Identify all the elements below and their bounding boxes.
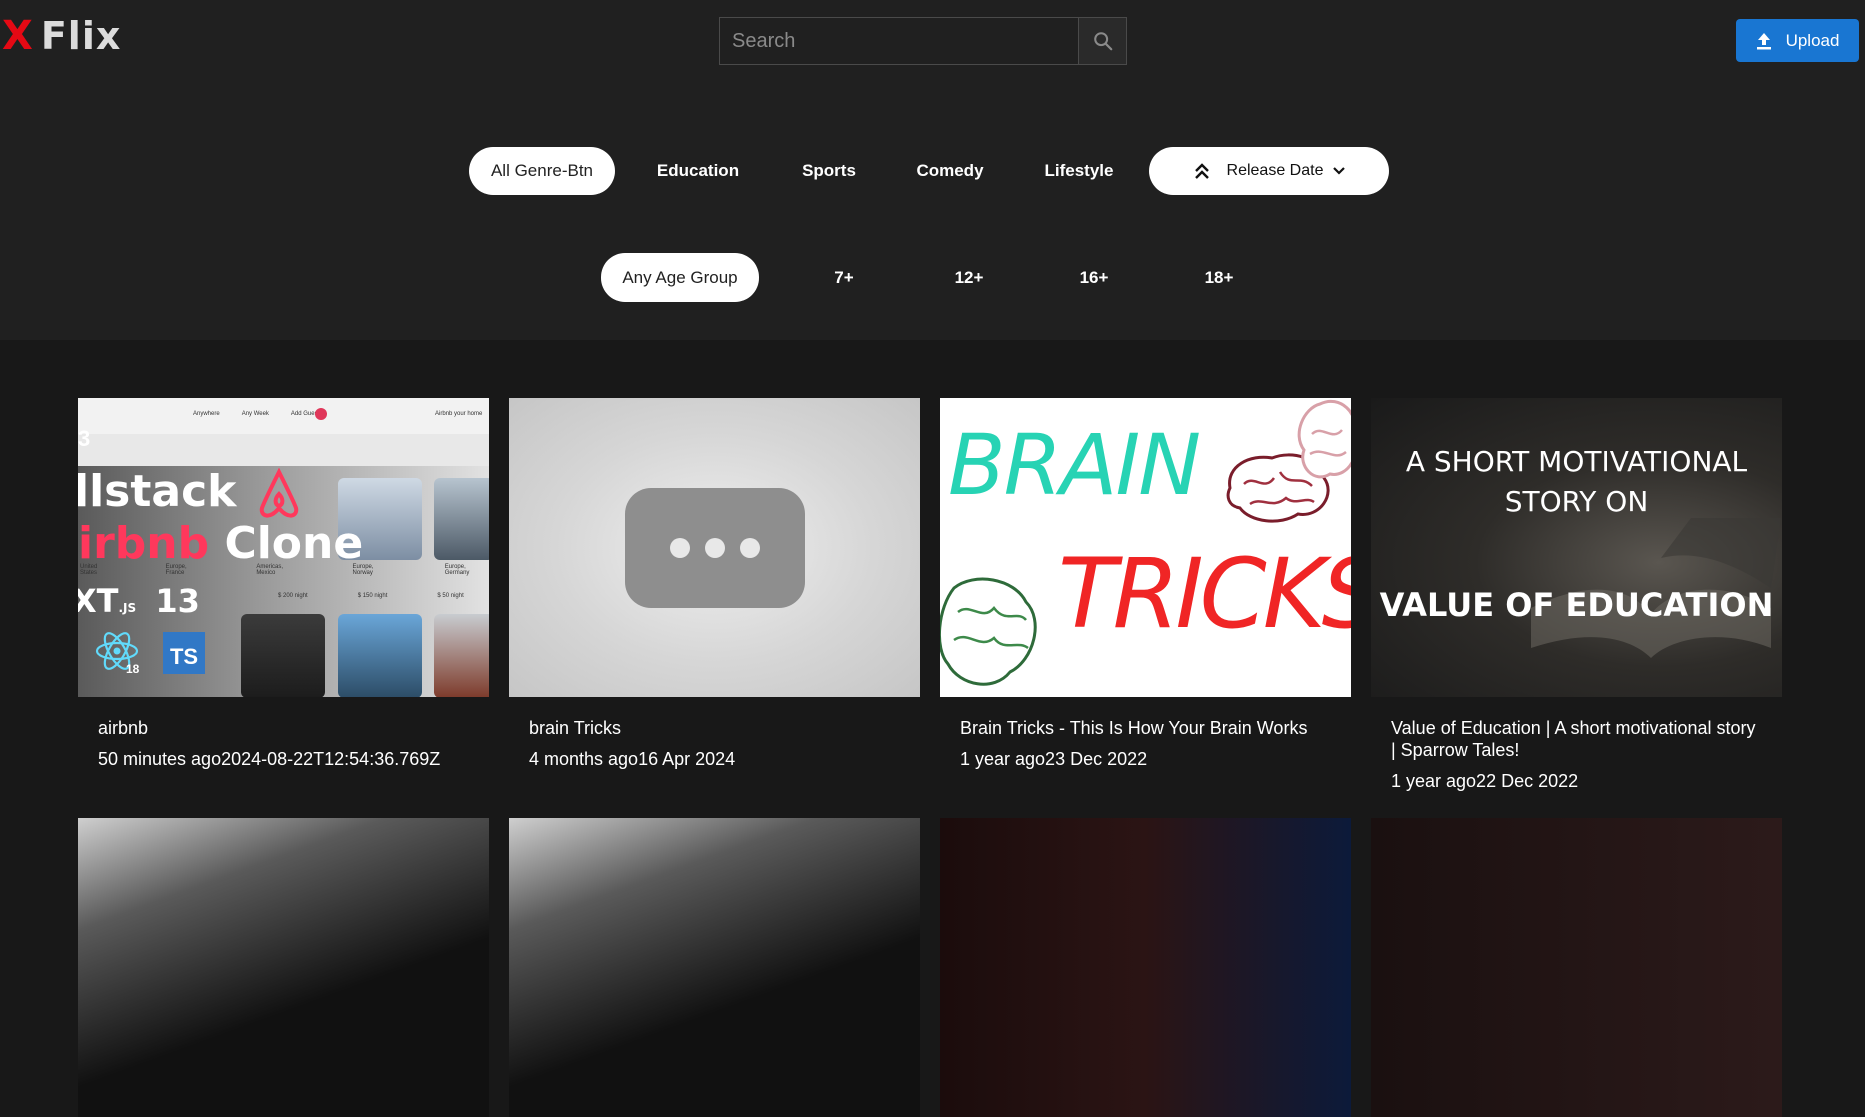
- thumb-subtitle: A SHORT MOTIVATIONAL STORY ON: [1371, 442, 1782, 522]
- video-meta: 1 year ago23 Dec 2022: [960, 749, 1148, 769]
- video-grid: Anywhere Any Week Add Guests Airbnb your…: [78, 398, 1782, 1117]
- genre-chip-education[interactable]: Education: [615, 147, 781, 195]
- video-title[interactable]: Brain Tricks - This Is How Your Brain Wo…: [960, 717, 1331, 739]
- react-version-badge: 18: [126, 662, 140, 676]
- age-chip-16[interactable]: 16+: [1009, 254, 1179, 302]
- video-thumbnail[interactable]: [940, 818, 1351, 1117]
- thumb-search-dot: [315, 408, 327, 420]
- upload-icon: [1756, 32, 1771, 49]
- video-thumbnail[interactable]: A SHORT MOTIVATIONAL STORY ON VALUE OF E…: [1371, 398, 1782, 697]
- thumb-listing-photo: [241, 614, 325, 697]
- genre-chip-sports[interactable]: Sports: [781, 147, 877, 195]
- search-input[interactable]: [719, 17, 1079, 65]
- double-chevron-up-icon: [1194, 163, 1209, 179]
- age-chip-any[interactable]: Any Age Group: [601, 253, 759, 302]
- search-bar: [719, 17, 1127, 65]
- thumb-nextjs-suffix: .JS: [118, 601, 137, 615]
- thumb-word-brain: BRAIN: [948, 416, 1201, 514]
- video-card[interactable]: brain Tricks 4 months ago16 Apr 2024: [509, 398, 920, 792]
- brain-doodle-icon: [940, 577, 1037, 686]
- typescript-badge: TS: [163, 632, 205, 674]
- age-chip-18[interactable]: 18+: [1179, 254, 1259, 302]
- search-icon: [1093, 32, 1112, 51]
- thumb-title-line: llstack: [78, 466, 237, 517]
- genre-filter-row: All Genre-Btn Education Sports Comedy Li…: [469, 147, 1389, 195]
- thumb-title-text: Clone: [224, 518, 364, 569]
- video-title[interactable]: brain Tricks: [529, 717, 900, 739]
- thumb-headline: VALUE OF EDUCATION: [1379, 586, 1774, 624]
- airbnb-logo-icon: [259, 468, 299, 518]
- age-chip-12[interactable]: 12+: [929, 254, 1009, 302]
- thumb-word-tricks: TRICKS: [1058, 538, 1351, 650]
- video-thumbnail[interactable]: Anywhere Any Week Add Guests Airbnb your…: [78, 398, 489, 697]
- app-logo[interactable]: X Flix: [2, 14, 121, 58]
- upload-button[interactable]: Upload: [1736, 19, 1859, 62]
- thumb-price-text: $ 200 night: [278, 593, 308, 599]
- video-title[interactable]: Value of Education | A short motivationa…: [1391, 717, 1762, 761]
- video-thumbnail[interactable]: BRAIN TRICKS: [940, 398, 1351, 697]
- video-thumbnail[interactable]: [1371, 818, 1782, 1117]
- thumb-listing-photo: [434, 478, 489, 560]
- thumb-subtitle-line: STORY ON: [1504, 485, 1649, 518]
- age-chip-7[interactable]: 7+: [759, 254, 929, 302]
- thumb-nav-text: Anywhere: [193, 411, 220, 417]
- thumb-place-text: Europe, Germany: [444, 564, 470, 576]
- thumb-nextjs-version: 13: [155, 582, 200, 620]
- genre-chip-all[interactable]: All Genre-Btn: [469, 147, 615, 195]
- video-meta: 50 minutes ago2024-08-22T12:54:36.769Z: [98, 749, 441, 769]
- age-filter-row: Any Age Group 7+ 12+ 16+ 18+: [601, 253, 1259, 302]
- video-thumbnail[interactable]: [78, 818, 489, 1117]
- thumb-nav-text: Any Week: [241, 411, 269, 417]
- thumb-title-accent: irbnb: [78, 518, 210, 569]
- video-meta: 1 year ago22 Dec 2022: [1391, 771, 1579, 791]
- thumb-number: 3: [78, 426, 91, 451]
- video-title[interactable]: airbnb: [98, 717, 469, 739]
- thumb-price-text: $ 150 night: [357, 593, 388, 599]
- logo-x-mark: X: [2, 13, 33, 59]
- thumb-nav-text: Airbnb your home: [435, 411, 483, 417]
- brain-doodle-icon: [1297, 399, 1351, 479]
- thumb-nav: Anywhere Any Week Add Guests: [193, 411, 322, 417]
- video-thumbnail[interactable]: [509, 818, 920, 1117]
- video-card[interactable]: Anywhere Any Week Add Guests Airbnb your…: [78, 398, 489, 792]
- loading-placeholder-icon: [624, 487, 805, 608]
- video-thumbnail[interactable]: [509, 398, 920, 697]
- thumb-listing-photo: [338, 614, 422, 697]
- video-card[interactable]: BRAIN TRICKS Brain Tricks - This Is How …: [940, 398, 1351, 792]
- thumb-prices: $ 200 night $ 150 night $ 50 night: [278, 593, 489, 599]
- video-meta: 4 months ago16 Apr 2024: [529, 749, 736, 769]
- genre-chip-comedy[interactable]: Comedy: [877, 147, 1023, 195]
- chevron-down-icon: [1333, 167, 1346, 175]
- logo-text: Flix: [40, 14, 122, 58]
- thumb-listing-photo: [434, 614, 489, 697]
- thumb-nextjs-text: XT: [78, 582, 119, 620]
- thumb-title-line2: irbnb Clone: [78, 518, 363, 569]
- sort-label: Release Date: [1226, 162, 1324, 179]
- genre-chip-lifestyle[interactable]: Lifestyle: [1023, 147, 1135, 195]
- video-card[interactable]: A SHORT MOTIVATIONAL STORY ON VALUE OF E…: [1371, 398, 1782, 792]
- thumb-nextjs: XT.JS 13: [78, 582, 200, 620]
- thumb-price-text: $ 50 night: [437, 593, 464, 599]
- search-button[interactable]: [1079, 17, 1127, 65]
- sort-release-date-button[interactable]: Release Date: [1149, 147, 1389, 195]
- upload-label: Upload: [1785, 30, 1840, 50]
- thumb-subtitle-line: A SHORT MOTIVATIONAL: [1405, 445, 1748, 478]
